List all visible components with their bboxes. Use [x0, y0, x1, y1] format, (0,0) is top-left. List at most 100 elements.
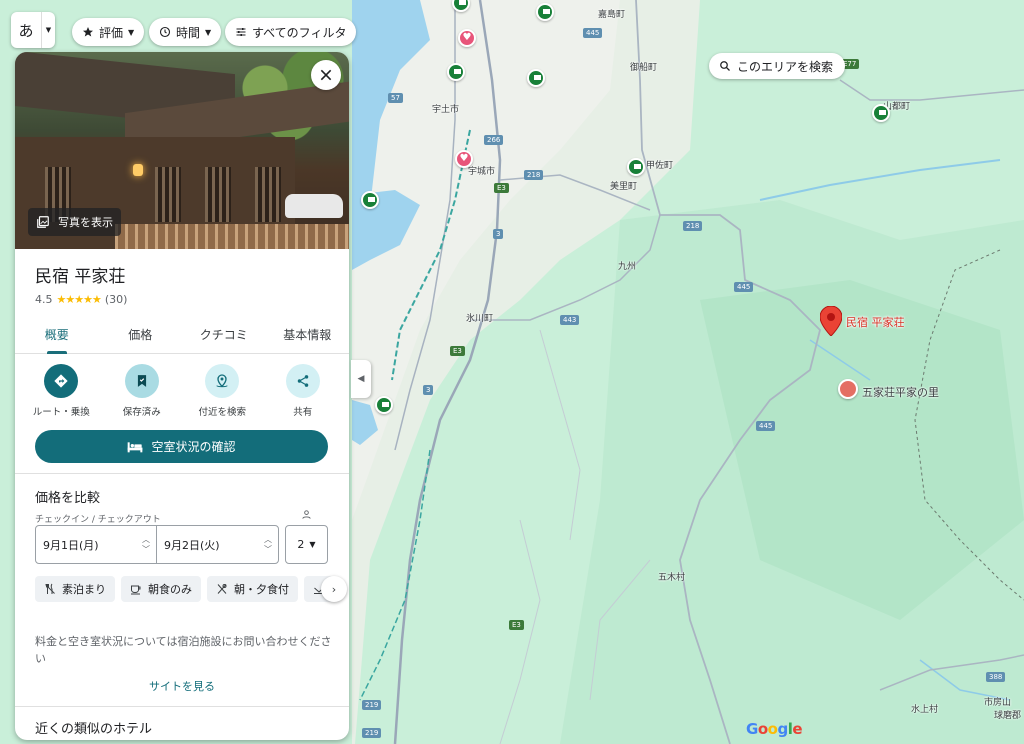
meal-chip-label: 朝・夕食付	[234, 583, 289, 596]
park-poi-icon[interactable]	[447, 63, 465, 81]
search-this-area-button[interactable]: このエリアを検索	[709, 53, 846, 79]
search-nearby-button[interactable]: 付近を検索	[184, 364, 260, 418]
input-method-button[interactable]: あ ▼	[11, 12, 55, 48]
checkin-date-value: 9月1日(月)	[43, 538, 99, 552]
star-icon	[83, 27, 93, 37]
chevron-right-icon: ›	[331, 582, 337, 596]
map-place-label: 嘉島町	[598, 10, 626, 20]
divider	[15, 473, 349, 474]
lodging-poi-label[interactable]: 五家荘平家の里	[862, 384, 939, 400]
check-availability-button[interactable]: 空室状況の確認	[35, 430, 328, 463]
chevron-left-icon: ◀	[357, 374, 365, 384]
map-place-label: 氷川町	[466, 314, 494, 324]
nearby-icon	[216, 374, 228, 388]
checkout-date-value: 9月2日(火)	[164, 538, 220, 552]
heart-poi-icon[interactable]: ♥	[458, 29, 476, 47]
clock-icon	[159, 26, 171, 38]
chevron-down-icon[interactable]: ▼	[41, 12, 55, 48]
share-button[interactable]: 共有	[265, 364, 341, 418]
caret-down-icon: ▼	[128, 27, 135, 37]
collapse-panel-button[interactable]: ◀	[351, 360, 371, 398]
restaurant-icon	[217, 584, 227, 594]
route-shield: 443	[560, 315, 580, 325]
route-shield: 445	[756, 421, 776, 431]
search-icon	[720, 61, 730, 71]
check-availability-label: 空室状況の確認	[151, 440, 236, 454]
place-hero-photo[interactable]: 写真を表示	[15, 52, 349, 249]
guest-count-select[interactable]: 2 ▼	[285, 525, 328, 564]
person-icon	[302, 510, 311, 519]
map-place-label: 宇土市	[432, 105, 460, 115]
date-stepper-icon[interactable]: ︿ ﹀	[142, 535, 150, 555]
share-label: 共有	[293, 407, 313, 418]
review-count[interactable]: (30)	[105, 293, 128, 306]
park-poi-icon[interactable]	[627, 158, 645, 176]
checkout-date-field[interactable]: 9月2日(火) ︿ ﹀	[156, 525, 279, 564]
input-method-label: あ	[18, 21, 34, 40]
park-poi-icon[interactable]	[361, 191, 379, 209]
directions-button[interactable]: ルート・乗換	[23, 364, 99, 418]
filter-chip-hours[interactable]: 時間 ▼	[149, 18, 222, 46]
park-poi-icon[interactable]	[375, 396, 393, 414]
map-place-label: 水上村	[911, 705, 939, 715]
meal-chip-label: 朝食のみ	[148, 583, 192, 596]
filter-chip-label: 時間	[176, 25, 201, 40]
heart-poi-icon[interactable]: ♥	[455, 150, 473, 168]
park-poi-icon[interactable]	[527, 69, 545, 87]
meal-chip-room-only[interactable]: 素泊まり	[35, 576, 115, 602]
close-button[interactable]	[311, 60, 341, 90]
expressway-shield: E3	[450, 346, 465, 356]
map-place-label: 御船町	[630, 63, 658, 73]
photo-library-icon	[37, 216, 49, 228]
meal-chip-breakfast-dinner[interactable]: 朝・夕食付	[207, 576, 298, 602]
lodging-poi-icon[interactable]	[838, 379, 858, 399]
filter-chip-rating[interactable]: 評価 ▼	[72, 18, 145, 46]
tab-reviews[interactable]: クチコミ	[182, 322, 266, 353]
date-stepper-icon[interactable]: ︿ ﹀	[264, 535, 272, 555]
meal-chip-breakfast[interactable]: 朝食のみ	[121, 576, 201, 602]
date-caption: チェックイン / チェックアウト	[35, 515, 161, 525]
bookmark-icon	[137, 375, 146, 387]
filter-chip-all-filters[interactable]: すべてのフィルタ	[225, 18, 357, 46]
google-logo: Google	[746, 720, 803, 738]
save-button[interactable]: 保存済み	[104, 364, 180, 418]
meal-options-row: 素泊まり 朝食のみ 朝・夕食付	[35, 576, 345, 604]
view-site-link[interactable]: サイトを見る	[15, 678, 349, 694]
map-place-label: 九州	[618, 262, 637, 272]
caret-down-icon: ▼	[309, 540, 316, 549]
park-poi-icon[interactable]	[872, 104, 890, 122]
compare-prices-title: 価格を比較	[35, 491, 101, 506]
checkin-date-field[interactable]: 9月1日(月) ︿ ﹀	[35, 525, 157, 564]
rating-row[interactable]: 4.5 ★★★★★ (30)	[35, 293, 127, 306]
tab-about[interactable]: 基本情報	[266, 322, 350, 353]
route-shield: 445	[583, 28, 603, 38]
show-photos-label: 写真を表示	[58, 216, 113, 229]
share-icon	[297, 375, 308, 387]
directions-icon	[54, 374, 68, 388]
meal-scroll-next-button[interactable]: ›	[321, 576, 347, 602]
selected-place-label[interactable]: 民宿 平家荘	[846, 314, 905, 330]
map-place-label: 宇城市	[468, 167, 496, 177]
similar-hotels-title: 近くの類似のホテル	[35, 722, 153, 737]
park-poi-icon[interactable]	[536, 3, 554, 21]
map-place-label: 美里町	[610, 182, 638, 192]
tab-prices[interactable]: 価格	[99, 322, 183, 353]
expressway-shield: E3	[509, 620, 524, 630]
route-shield: 218	[524, 170, 544, 180]
map-place-label: 甲佐町	[646, 161, 674, 171]
show-photos-button[interactable]: 写真を表示	[28, 208, 121, 236]
route-shield: 445	[734, 282, 754, 292]
no-meal-icon	[45, 583, 55, 594]
search-this-area-label: このエリアを検索	[737, 59, 834, 74]
pricing-info-text: 料金と空き室状況については宿泊施設にお問い合わせください	[35, 635, 332, 665]
rating-stars-icon: ★★★★★	[56, 293, 102, 306]
filter-chip-label: 評価	[99, 25, 124, 40]
tab-overview[interactable]: 概要	[15, 322, 99, 354]
selected-place-pin-icon[interactable]	[820, 306, 842, 336]
close-icon	[320, 69, 332, 81]
coffee-icon	[131, 585, 141, 595]
guest-count-value: 2	[297, 538, 305, 551]
route-shield: 219	[362, 700, 382, 710]
place-actions: ルート・乗換 保存済み 付近を検索 共有	[15, 364, 349, 418]
meal-chip-label: 素泊まり	[62, 583, 106, 596]
